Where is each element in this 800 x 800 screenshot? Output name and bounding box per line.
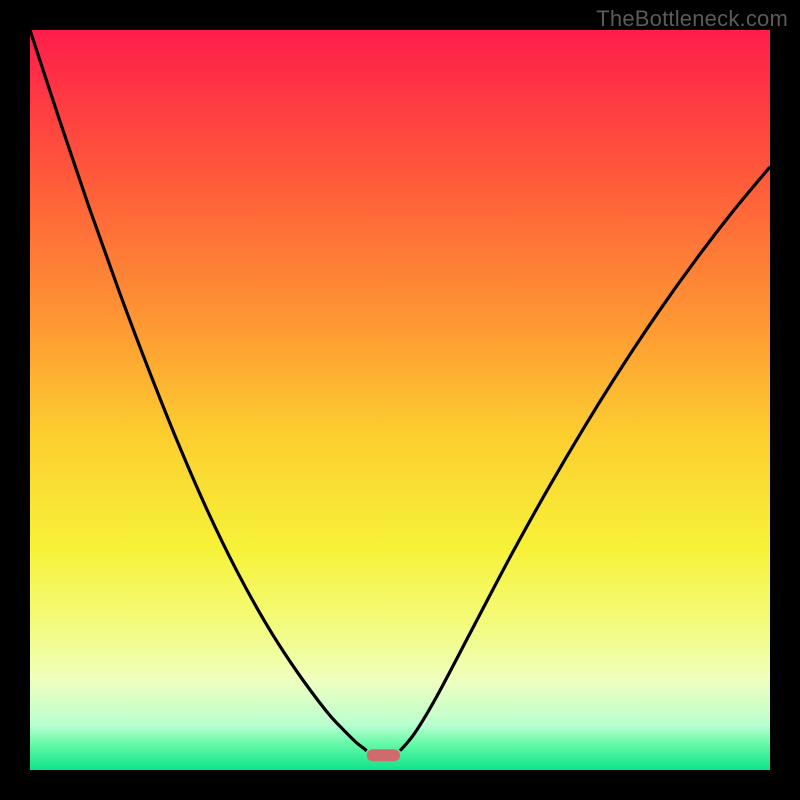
bottleneck-chart	[30, 30, 770, 770]
gradient-background	[30, 30, 770, 770]
bottom-marker	[367, 749, 400, 761]
watermark-label: TheBottleneck.com	[596, 6, 788, 32]
outer-frame: TheBottleneck.com	[0, 0, 800, 800]
